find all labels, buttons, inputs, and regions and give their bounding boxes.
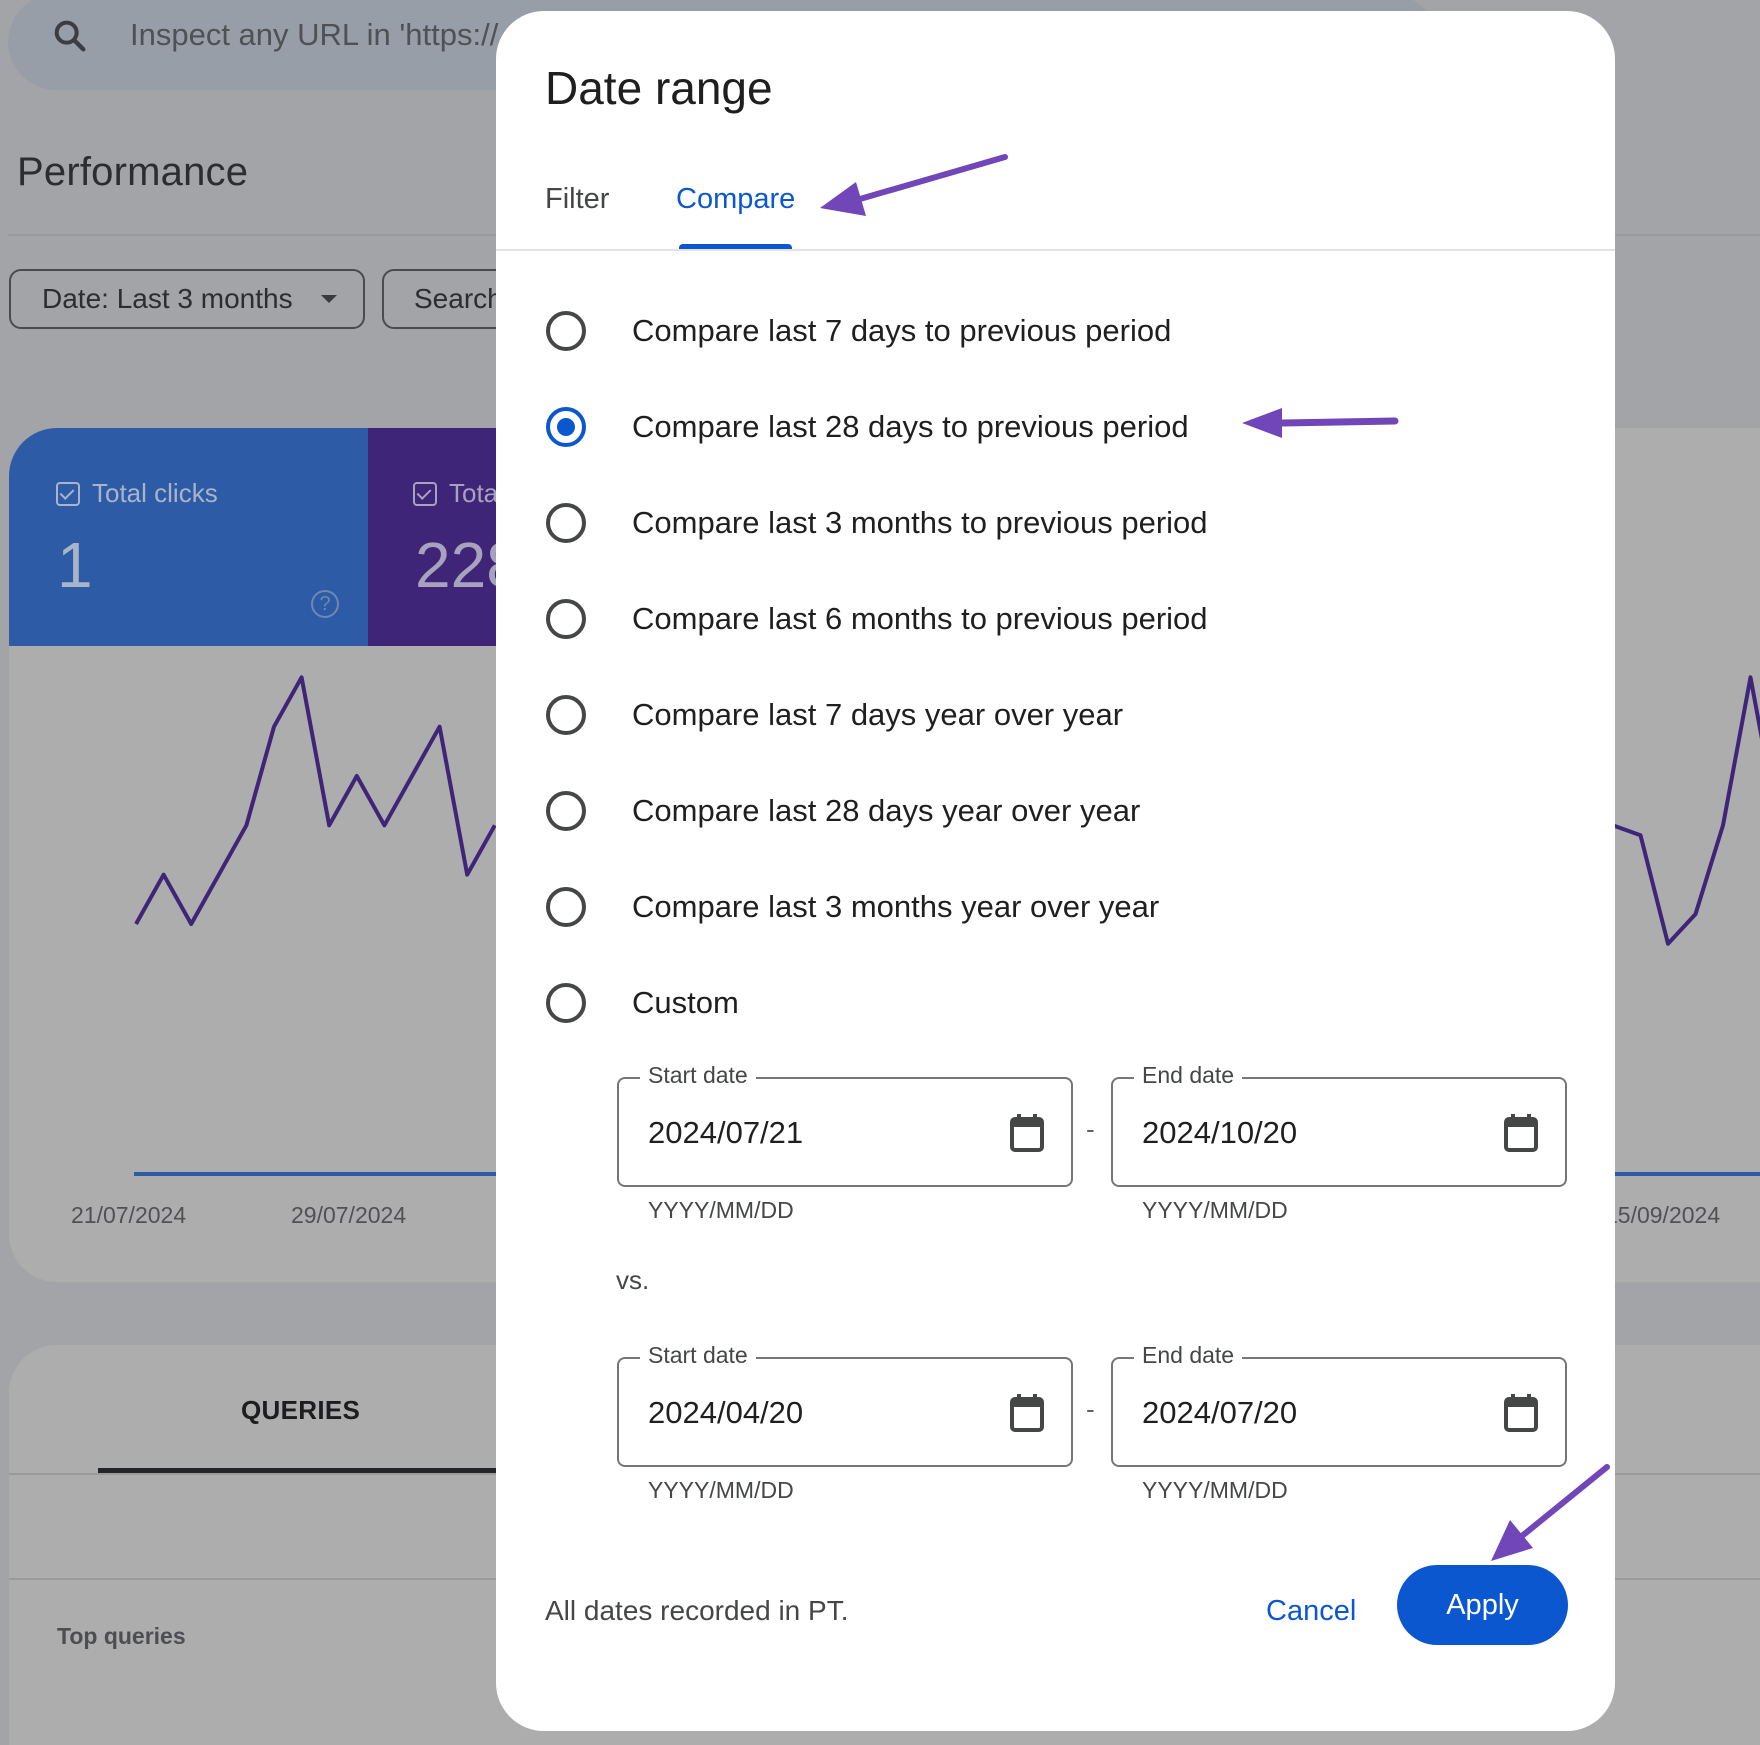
calendar-icon[interactable]	[1009, 1393, 1045, 1433]
radio-unchecked-icon[interactable]	[546, 983, 586, 1023]
field-label: End date	[1134, 1342, 1243, 1369]
tab-filter[interactable]: Filter	[545, 183, 609, 216]
compare-option[interactable]: Compare last 7 days to previous period	[546, 301, 1171, 361]
x-tick-label: 21/07/2024	[71, 1202, 187, 1228]
range-separator: -	[1086, 1114, 1095, 1144]
compare-option-label: Compare last 6 months to previous period	[632, 601, 1208, 636]
compare-option-label: Custom	[632, 985, 739, 1020]
cancel-button[interactable]: Cancel	[1266, 1595, 1356, 1628]
compare-option-label: Compare last 28 days to previous period	[632, 409, 1189, 444]
range-separator: -	[1086, 1394, 1095, 1424]
compare-option[interactable]: Custom	[546, 973, 739, 1033]
compare-option[interactable]: Compare last 28 days year over year	[546, 781, 1140, 841]
page-title: Performance	[17, 150, 249, 194]
tab-queries[interactable]: QUERIES	[241, 1395, 360, 1426]
radio-unchecked-icon[interactable]	[546, 791, 586, 831]
calendar-icon[interactable]	[1503, 1393, 1539, 1433]
compare-option[interactable]: Compare last 28 days to previous period	[546, 397, 1189, 457]
impressions-line-left	[134, 675, 497, 926]
radio-unchecked-icon[interactable]	[546, 311, 586, 351]
range1-end-date-field[interactable]: End date 2024/10/20	[1111, 1062, 1567, 1187]
compare-option[interactable]: Compare last 6 months to previous period	[546, 589, 1208, 649]
date-filter-label: Date: Last 3 months	[42, 283, 293, 314]
field-label: End date	[1134, 1062, 1243, 1089]
field-label: Start date	[640, 1062, 756, 1089]
calendar-icon[interactable]	[1009, 1113, 1045, 1153]
x-tick-label: 29/07/2024	[291, 1202, 407, 1228]
field-label: Start date	[640, 1342, 756, 1369]
range2-end-date-field[interactable]: End date 2024/07/20	[1111, 1342, 1567, 1467]
dropdown-caret-icon	[320, 295, 337, 303]
field-helper: YYYY/MM/DD	[1142, 1477, 1288, 1503]
search-placeholder: Inspect any URL in 'https://	[130, 17, 499, 52]
field-helper: YYYY/MM/DD	[648, 1197, 794, 1223]
radio-checked-icon[interactable]	[546, 407, 586, 447]
tab-compare[interactable]: Compare	[676, 183, 795, 216]
search-type-label: Search	[414, 283, 503, 314]
range1-start-date-field[interactable]: Start date 2024/07/21	[617, 1062, 1073, 1187]
compare-option[interactable]: Compare last 3 months to previous period	[546, 493, 1208, 553]
compare-option[interactable]: Compare last 7 days year over year	[546, 685, 1123, 745]
compare-option-label: Compare last 7 days year over year	[632, 697, 1124, 732]
field-value[interactable]: 2024/07/20	[1142, 1395, 1297, 1431]
impressions-line-right	[1612, 675, 1760, 946]
dialog-title: Date range	[545, 62, 773, 114]
compare-option-label: Compare last 7 days to previous period	[632, 313, 1172, 348]
column-header-top-queries[interactable]: Top queries	[57, 1623, 186, 1650]
vs-label: vs.	[616, 1265, 650, 1295]
compare-option-label: Compare last 3 months to previous period	[632, 505, 1208, 540]
range2-start-date-field[interactable]: Start date 2024/04/20	[617, 1342, 1073, 1467]
x-tick-label: 15/09/2024	[1605, 1202, 1721, 1228]
date-filter-chip[interactable]: Date: Last 3 months	[9, 269, 365, 329]
field-helper: YYYY/MM/DD	[1142, 1197, 1288, 1223]
field-helper: YYYY/MM/DD	[648, 1477, 794, 1503]
radio-unchecked-icon[interactable]	[546, 695, 586, 735]
apply-button[interactable]: Apply	[1397, 1565, 1568, 1645]
field-value[interactable]: 2024/07/21	[648, 1115, 803, 1151]
calendar-icon[interactable]	[1503, 1113, 1539, 1153]
date-range-dialog: Date range Filter Compare Compare last 7…	[496, 11, 1615, 1731]
timezone-note: All dates recorded in PT.	[545, 1595, 849, 1626]
compare-option-label: Compare last 3 months year over year	[632, 889, 1160, 924]
field-value[interactable]: 2024/10/20	[1142, 1115, 1297, 1151]
field-value[interactable]: 2024/04/20	[648, 1395, 803, 1431]
radio-unchecked-icon[interactable]	[546, 503, 586, 543]
divider	[496, 249, 1615, 251]
radio-unchecked-icon[interactable]	[546, 599, 586, 639]
compare-option-label: Compare last 28 days year over year	[632, 793, 1141, 828]
radio-unchecked-icon[interactable]	[546, 887, 586, 927]
search-icon	[54, 20, 86, 52]
compare-option[interactable]: Compare last 3 months year over year	[546, 877, 1159, 937]
